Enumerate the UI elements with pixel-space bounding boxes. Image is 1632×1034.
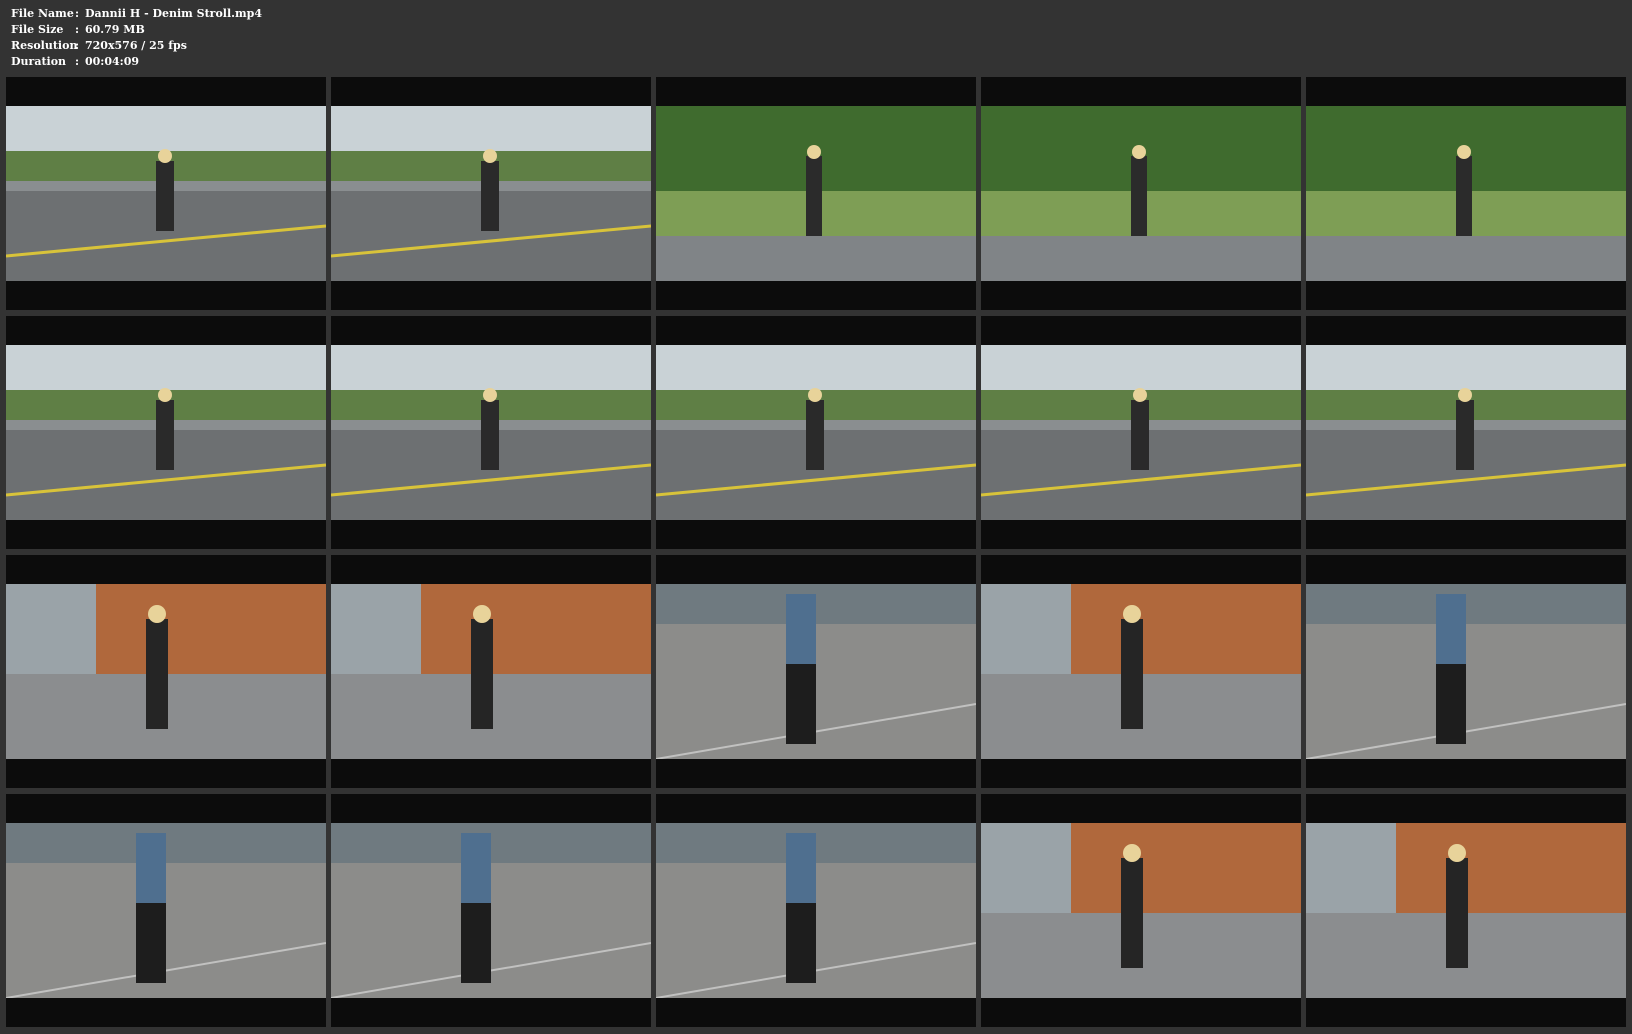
thumbnail-8 xyxy=(656,316,976,549)
duration-row: Duration : 00:04:09 xyxy=(11,54,262,70)
video-frame-image xyxy=(1306,345,1626,520)
duration-value: 00:04:09 xyxy=(85,55,140,68)
frame-picture xyxy=(1306,345,1626,520)
frame-picture xyxy=(656,345,976,520)
file-info-panel: File Name : Dannii H - Denim Stroll.mp4 … xyxy=(11,6,262,70)
frame-picture xyxy=(981,584,1301,759)
resolution-value: 720x576 / 25 fps xyxy=(85,39,187,52)
thumbnail-9 xyxy=(981,316,1301,549)
frame-picture xyxy=(981,106,1301,281)
thumbnail-13 xyxy=(656,555,976,788)
file-size-label: File Size xyxy=(11,23,64,36)
video-frame-image xyxy=(331,106,651,281)
resolution-label: Resolution xyxy=(11,39,78,52)
file-size-row: File Size : 60.79 MB xyxy=(11,22,262,38)
thumbnail-19 xyxy=(981,794,1301,1027)
video-frame-image xyxy=(656,584,976,759)
file-name-value: Dannii H - Denim Stroll.mp4 xyxy=(85,7,262,20)
thumbnail-11 xyxy=(6,555,326,788)
video-frame-image xyxy=(656,345,976,520)
frame-picture xyxy=(331,106,651,281)
thumbnail-grid xyxy=(6,77,1626,1027)
thumbnail-16 xyxy=(6,794,326,1027)
file-size-value: 60.79 MB xyxy=(85,23,145,36)
frame-picture xyxy=(981,823,1301,998)
thumbnail-4 xyxy=(981,77,1301,310)
video-frame-image xyxy=(331,584,651,759)
video-frame-image xyxy=(1306,106,1626,281)
resolution-row: Resolution : 720x576 / 25 fps xyxy=(11,38,262,54)
thumbnail-2 xyxy=(331,77,651,310)
video-frame-image xyxy=(981,106,1301,281)
video-frame-image xyxy=(656,106,976,281)
thumbnail-14 xyxy=(981,555,1301,788)
frame-picture xyxy=(1306,584,1626,759)
frame-picture xyxy=(331,584,651,759)
file-name-label: File Name xyxy=(11,7,74,20)
file-name-row: File Name : Dannii H - Denim Stroll.mp4 xyxy=(11,6,262,22)
thumbnail-20 xyxy=(1306,794,1626,1027)
video-frame-image xyxy=(6,106,326,281)
duration-label: Duration xyxy=(11,55,67,68)
video-frame-image xyxy=(331,345,651,520)
video-frame-image xyxy=(331,823,651,998)
thumbnail-15 xyxy=(1306,555,1626,788)
video-frame-image xyxy=(6,584,326,759)
frame-picture xyxy=(6,584,326,759)
video-frame-image xyxy=(6,823,326,998)
frame-picture xyxy=(6,106,326,281)
frame-picture xyxy=(981,345,1301,520)
video-frame-image xyxy=(981,823,1301,998)
separator: : xyxy=(75,39,80,52)
thumbnail-1 xyxy=(6,77,326,310)
separator: : xyxy=(75,7,80,20)
separator: : xyxy=(75,55,80,68)
frame-picture xyxy=(1306,106,1626,281)
video-frame-image xyxy=(1306,823,1626,998)
thumbnail-18 xyxy=(656,794,976,1027)
frame-picture xyxy=(656,584,976,759)
video-frame-image xyxy=(656,823,976,998)
thumbnail-6 xyxy=(6,316,326,549)
frame-picture xyxy=(331,345,651,520)
frame-picture xyxy=(331,823,651,998)
thumbnail-3 xyxy=(656,77,976,310)
thumbnail-7 xyxy=(331,316,651,549)
frame-picture xyxy=(656,823,976,998)
thumbnail-10 xyxy=(1306,316,1626,549)
video-frame-image xyxy=(1306,584,1626,759)
frame-picture xyxy=(6,823,326,998)
thumbnail-5 xyxy=(1306,77,1626,310)
thumbnail-12 xyxy=(331,555,651,788)
video-frame-image xyxy=(981,345,1301,520)
separator: : xyxy=(75,23,80,36)
frame-picture xyxy=(1306,823,1626,998)
thumbnail-17 xyxy=(331,794,651,1027)
frame-picture xyxy=(6,345,326,520)
video-frame-image xyxy=(6,345,326,520)
frame-picture xyxy=(656,106,976,281)
video-frame-image xyxy=(981,584,1301,759)
